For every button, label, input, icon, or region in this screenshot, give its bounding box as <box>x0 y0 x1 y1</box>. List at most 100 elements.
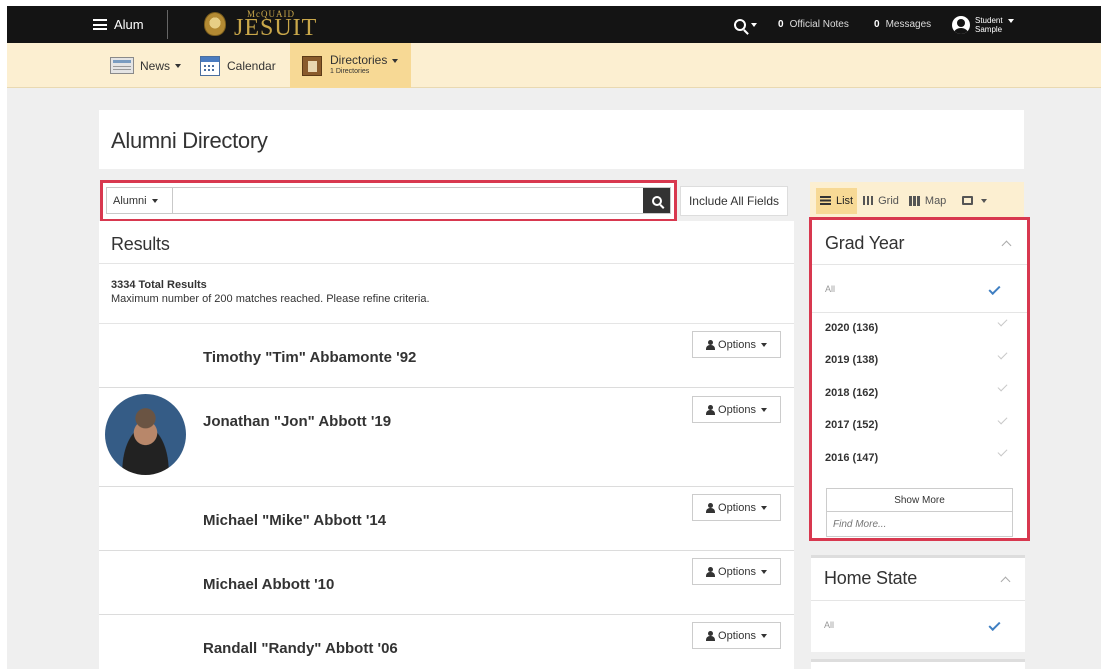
grad-year-option[interactable]: 2019 (138) <box>825 354 878 366</box>
list-item[interactable]: Timothy "Tim" Abbamonte '92 Options <box>99 324 794 388</box>
print-button[interactable] <box>952 188 991 214</box>
directory-book-icon <box>302 55 322 76</box>
check-icon[interactable] <box>988 282 1001 296</box>
title-card: Alumni Directory <box>99 110 1024 169</box>
chevron-down-icon <box>392 58 399 63</box>
chevron-down-icon <box>751 22 757 27</box>
nav-calendar-label: Calendar <box>227 58 276 73</box>
directory-scope-select[interactable]: Alumni <box>107 188 173 213</box>
chevron-down-icon <box>760 342 767 347</box>
print-icon <box>962 196 974 205</box>
options-button[interactable]: Options <box>692 558 781 585</box>
hamburger-icon <box>93 19 107 30</box>
check-icon[interactable] <box>997 316 1008 327</box>
show-more-button[interactable]: Show More <box>826 488 1013 512</box>
search-input[interactable] <box>174 188 643 213</box>
check-icon[interactable] <box>988 618 1001 632</box>
messages-link[interactable]: 0 Messages <box>874 6 931 43</box>
grad-year-option[interactable]: 2017 (152) <box>825 419 878 431</box>
official-notes-link[interactable]: 0 Official Notes <box>778 6 849 43</box>
next-filter-panel <box>811 659 1025 669</box>
grid-view-button[interactable]: Grid <box>859 188 903 214</box>
nav-news-label: News <box>140 58 171 73</box>
avatar[interactable] <box>105 394 186 475</box>
list-item[interactable]: Jonathan "Jon" Abbott '19 Options <box>99 388 794 487</box>
chevron-up-icon[interactable] <box>1001 240 1012 251</box>
check-icon[interactable] <box>997 414 1008 425</box>
person-name[interactable]: Jonathan "Jon" Abbott '19 <box>203 413 391 430</box>
nav-bar: News Calendar Directories 1 Directories <box>7 43 1101 88</box>
divider <box>812 312 1027 313</box>
chevron-down-icon <box>760 407 767 412</box>
person-name[interactable]: Michael "Mike" Abbott '14 <box>203 512 386 529</box>
nav-directories[interactable]: Directories 1 Directories <box>290 43 411 88</box>
results-total: 3334 Total Results <box>111 279 207 291</box>
grad-year-option[interactable]: 2018 (162) <box>825 387 878 399</box>
check-icon[interactable] <box>997 446 1008 457</box>
nav-directories-text: Directories 1 Directories <box>330 52 388 77</box>
options-button[interactable]: Options <box>692 396 781 423</box>
find-more-input[interactable] <box>826 512 1013 537</box>
messages-label: Messages <box>885 19 932 30</box>
filter-all-option[interactable]: All <box>824 620 834 630</box>
options-label: Options <box>718 501 756 514</box>
chevron-down-icon <box>175 63 182 68</box>
chevron-up-icon[interactable] <box>1000 576 1011 587</box>
search-bar-highlight: Alumni <box>100 180 677 222</box>
main-menu-button[interactable]: Alum <box>93 6 144 43</box>
brand-main-text: JESUIT <box>234 15 318 41</box>
person-icon <box>706 630 716 641</box>
user-name: Student Sample <box>975 16 1003 34</box>
page-title: Alumni Directory <box>111 128 268 153</box>
user-second-line: Sample <box>975 24 1003 34</box>
divider <box>812 264 1027 265</box>
results-panel: Results 3334 Total Results Maximum numbe… <box>99 221 794 669</box>
options-label: Options <box>718 565 756 578</box>
top-bar: Alum McQUAID JESUIT 0 Official Notes 0 M… <box>7 6 1101 43</box>
filter-all-option[interactable]: All <box>825 284 835 294</box>
options-button[interactable]: Options <box>692 331 781 358</box>
chevron-down-icon <box>760 505 767 510</box>
person-name[interactable]: Timothy "Tim" Abbamonte '92 <box>203 349 416 366</box>
options-button[interactable]: Options <box>692 622 781 649</box>
grid-view-label: Grid <box>878 194 899 207</box>
global-search-button[interactable] <box>734 6 757 43</box>
include-all-fields-button[interactable]: Include All Fields <box>680 186 788 216</box>
chevron-down-icon <box>1007 18 1014 23</box>
person-icon <box>706 404 716 415</box>
map-view-button[interactable]: Map <box>905 188 950 214</box>
person-icon <box>706 566 716 577</box>
search-icon <box>734 18 746 31</box>
list-item[interactable]: Randall "Randy" Abbott '06 Options <box>99 615 794 669</box>
results-note: Maximum number of 200 matches reached. P… <box>111 293 430 305</box>
check-icon[interactable] <box>997 349 1008 360</box>
view-toolbar: List Grid Map <box>810 182 1024 219</box>
newspaper-icon <box>110 57 134 74</box>
official-notes-count: 0 <box>778 19 784 30</box>
nav-directories-label: Directories <box>330 52 388 67</box>
list-view-label: List <box>836 194 854 207</box>
list-item[interactable]: Michael Abbott '10 Options <box>99 551 794 615</box>
list-view-button[interactable]: List <box>816 187 858 214</box>
school-seal-icon[interactable] <box>204 12 226 36</box>
person-name[interactable]: Randall "Randy" Abbott '06 <box>203 640 398 657</box>
list-icon <box>820 196 831 205</box>
grad-year-option[interactable]: 2020 (136) <box>825 322 878 334</box>
user-first-line: Student <box>975 15 1003 25</box>
map-icon <box>908 195 920 206</box>
options-button[interactable]: Options <box>692 494 781 521</box>
results-summary: 3334 Total Results Maximum number of 200… <box>99 264 794 324</box>
check-icon[interactable] <box>997 381 1008 392</box>
calendar-icon <box>200 55 220 76</box>
nav-news[interactable]: News <box>110 43 182 88</box>
person-name[interactable]: Michael Abbott '10 <box>203 576 334 593</box>
main-menu-label: Alum <box>114 17 144 32</box>
person-icon <box>706 502 716 513</box>
directory-scope-value: Alumni <box>113 194 147 207</box>
user-menu[interactable]: Student Sample <box>952 6 1014 43</box>
options-label: Options <box>718 403 756 416</box>
grad-year-option[interactable]: 2016 (147) <box>825 452 878 464</box>
list-item[interactable]: Michael "Mike" Abbott '14 Options <box>99 487 794 551</box>
search-button[interactable] <box>643 188 670 213</box>
nav-calendar[interactable]: Calendar <box>200 43 276 88</box>
